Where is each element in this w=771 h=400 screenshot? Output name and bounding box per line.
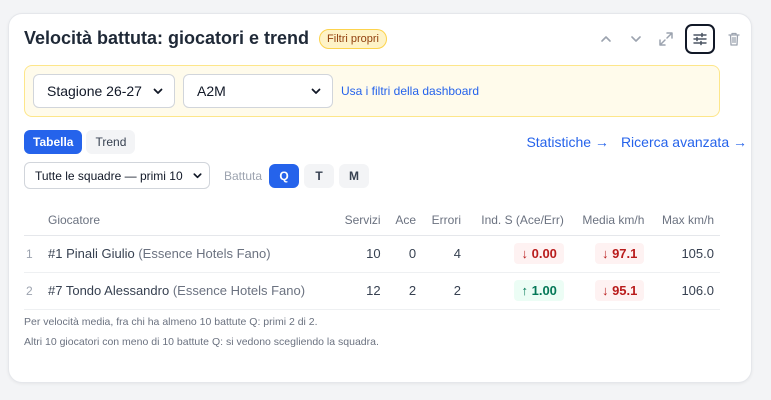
widget-header: Velocità battuta: giocatori e trend Filt…: [24, 28, 387, 49]
table-header-row: Giocatore Servizi Ace Errori Ind. S (Ace…: [24, 205, 720, 236]
sliders-icon[interactable]: [685, 24, 715, 54]
arrow-down-icon: ↓: [521, 246, 528, 261]
ind-value: 1.00: [531, 283, 557, 298]
chevron-down-icon: [153, 88, 163, 94]
footnote: Altri 10 giocatori con meno di 10 battut…: [24, 336, 379, 348]
row-index: 1: [24, 235, 42, 273]
table-row[interactable]: 1 #1 Pinali Giulio (Essence Hotels Fano)…: [24, 235, 720, 273]
arrow-down-icon: ↓: [601, 246, 609, 261]
season-select-value: Stagione 26-27: [47, 83, 142, 99]
media-cell: ↓ 97.1: [569, 235, 651, 273]
media-cell: ↓ 95.1: [569, 272, 651, 310]
servizi-cell: 12: [334, 272, 387, 310]
advanced-search-link[interactable]: Ricerca avanzata →: [621, 134, 747, 150]
chevron-down-icon: [311, 88, 321, 94]
team-select-value: Tutte le squadre — primi 10: [35, 168, 183, 183]
max-cell: 105.0: [650, 235, 720, 273]
errori-cell: 4: [422, 235, 468, 273]
player-club: (Essence Hotels Fano): [172, 283, 306, 298]
widget-title: Velocità battuta: giocatori e trend: [24, 28, 310, 48]
own-filters-badge: Filtri propri: [319, 28, 387, 49]
statistics-link[interactable]: Statistiche →: [526, 134, 608, 150]
col-player[interactable]: Giocatore: [42, 205, 335, 236]
arrow-down-icon: ↓: [601, 283, 609, 298]
trend-pill: ↓ 0.00: [514, 243, 564, 264]
trend-pill: ↓ 95.1: [594, 280, 645, 301]
col-index: [24, 205, 42, 236]
max-cell: 106.0: [650, 272, 720, 310]
league-select[interactable]: A2M: [183, 74, 333, 108]
footnote: Per velocità media, fra chi ha almeno 10…: [24, 316, 318, 328]
player-club: (Essence Hotels Fano): [138, 246, 271, 261]
view-tabs: Tabella Trend: [24, 130, 136, 154]
widget-toolbar: [595, 24, 745, 54]
ind-value: 0.00: [531, 246, 557, 261]
tab-trend[interactable]: Trend: [86, 130, 136, 154]
ind-cell: ↓ 0.00: [467, 235, 570, 273]
filters-bar: Stagione 26-27 A2M Usa i filtri della da…: [24, 65, 720, 117]
trash-icon[interactable]: [723, 28, 745, 50]
battuta-option-t[interactable]: T: [304, 163, 335, 188]
trend-pill: ↑ 1.00: [514, 280, 564, 301]
errori-cell: 2: [422, 272, 468, 310]
expand-icon[interactable]: [655, 28, 677, 50]
player-cell[interactable]: #1 Pinali Giulio (Essence Hotels Fano): [42, 235, 335, 273]
header-links: Statistiche → Ricerca avanzata →: [526, 134, 747, 150]
season-select[interactable]: Stagione 26-27: [33, 74, 175, 108]
media-value: 97.1: [612, 246, 638, 261]
arrow-up-icon: ↑: [521, 283, 528, 298]
row-index: 2: [24, 272, 42, 310]
chevron-down-icon[interactable]: [625, 28, 647, 50]
battuta-option-m[interactable]: M: [339, 163, 370, 188]
player-cell[interactable]: #7 Tondo Alessandro (Essence Hotels Fano…: [42, 272, 335, 310]
col-ind-s[interactable]: Ind. S (Ace/Err): [467, 205, 570, 236]
use-dashboard-filters-link[interactable]: Usa i filtri della dashboard: [341, 84, 479, 98]
col-ace[interactable]: Ace: [386, 205, 423, 236]
col-errori[interactable]: Errori: [422, 205, 468, 236]
player-name: #1 Pinali Giulio: [48, 246, 135, 261]
chevron-down-icon: [193, 173, 202, 179]
player-name: #7 Tondo Alessandro: [48, 283, 170, 298]
tab-tabella[interactable]: Tabella: [24, 130, 83, 154]
battuta-label: Battuta: [224, 168, 263, 183]
team-select[interactable]: Tutte le squadre — primi 10: [24, 162, 210, 189]
ace-cell: 0: [386, 235, 423, 273]
col-max[interactable]: Max km/h: [650, 205, 720, 236]
col-media[interactable]: Media km/h: [569, 205, 651, 236]
league-select-value: A2M: [197, 83, 226, 99]
secondary-filters: Tutte le squadre — primi 10 Battuta Q T …: [24, 162, 370, 189]
chevron-up-icon[interactable]: [595, 28, 617, 50]
ind-cell: ↑ 1.00: [467, 272, 570, 310]
trend-pill: ↓ 97.1: [594, 243, 645, 264]
servizi-cell: 10: [334, 235, 387, 273]
table-row[interactable]: 2 #7 Tondo Alessandro (Essence Hotels Fa…: [24, 272, 720, 310]
ace-cell: 2: [386, 272, 423, 310]
battuta-option-q[interactable]: Q: [269, 163, 300, 188]
col-servizi[interactable]: Servizi: [334, 205, 387, 236]
footnotes: Per velocità media, fra chi ha almeno 10…: [24, 312, 379, 352]
players-table: Giocatore Servizi Ace Errori Ind. S (Ace…: [24, 205, 720, 310]
media-value: 95.1: [612, 283, 638, 298]
